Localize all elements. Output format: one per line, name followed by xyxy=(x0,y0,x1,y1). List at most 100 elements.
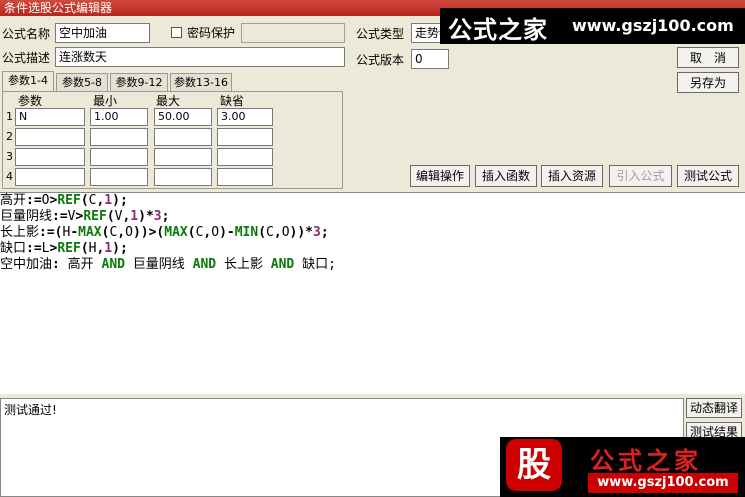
param-min-cell[interactable]: 1.00 xyxy=(90,108,148,126)
password-input[interactable] xyxy=(241,23,345,43)
param-default-cell[interactable] xyxy=(217,168,273,186)
code-line: 高开:=O>REF(C,1); xyxy=(0,193,745,209)
param-name-cell[interactable]: N xyxy=(15,108,85,126)
code-token: REF xyxy=(57,241,81,256)
code-token: O xyxy=(211,225,220,240)
code-token: 缺口 xyxy=(0,241,27,256)
cancel-button[interactable]: 取 消 xyxy=(677,47,739,68)
code-token: 3 xyxy=(313,225,321,240)
code-token: , xyxy=(117,225,126,240)
tab-params-1-4[interactable]: 参数1-4 xyxy=(2,71,54,92)
code-token: - xyxy=(70,225,79,240)
code-token: ( xyxy=(80,193,89,208)
test-output-text: 测试通过! xyxy=(4,403,57,417)
param-row-number: 4 xyxy=(6,170,13,183)
param-name-cell[interactable] xyxy=(15,168,85,186)
tab-params-5-8[interactable]: 参数5-8 xyxy=(56,73,108,91)
tab-params-9-12[interactable]: 参数9-12 xyxy=(110,73,168,91)
code-line: 空中加油: 高开 AND 巨量阴线 AND 长上影 AND 缺口; xyxy=(0,257,745,273)
formula-desc-input[interactable]: 连涨数天 xyxy=(55,47,345,67)
code-token: 缺口; xyxy=(294,257,336,272)
watermark-bottom-text: 公式之家 xyxy=(590,446,702,475)
code-line: 长上影:=(H-MAX(C,O))>(MAX(C,O)-MIN(C,O))*3; xyxy=(0,225,745,241)
formula-name-input[interactable]: 空中加油 xyxy=(55,23,150,43)
code-token: 高开 xyxy=(0,193,27,208)
watermark-logo: 股 xyxy=(506,439,562,491)
code-token: 巨量阴线 xyxy=(124,257,193,272)
code-token: 长上影 xyxy=(0,225,40,240)
watermark-top-text: 公式之家 xyxy=(448,15,548,44)
param-min-cell[interactable] xyxy=(90,148,148,166)
code-token: V xyxy=(67,209,76,224)
code-token: O xyxy=(281,225,290,240)
param-header-name: 参数 xyxy=(18,94,43,108)
code-token: 空中加油 xyxy=(0,257,53,272)
code-token: MAX xyxy=(164,225,188,240)
password-checkbox[interactable] xyxy=(171,27,182,38)
param-name-cell[interactable] xyxy=(15,128,85,146)
param-header-default: 缺省 xyxy=(220,94,245,108)
param-default-cell[interactable] xyxy=(217,128,273,146)
code-token: MAX xyxy=(78,225,102,240)
code-token: )* xyxy=(138,209,154,224)
formula-desc-label: 公式描述 xyxy=(2,51,51,65)
code-token: REF xyxy=(83,209,107,224)
code-token: ( xyxy=(187,225,196,240)
param-header-max: 最大 xyxy=(156,94,181,108)
save-as-button[interactable]: 另存为 xyxy=(677,72,739,93)
param-row-number: 2 xyxy=(6,130,13,143)
code-token: AND xyxy=(192,257,217,272)
watermark-bottom: 股 公式之家 www.gszj100.com xyxy=(500,437,745,497)
code-token: 高开 xyxy=(67,257,102,272)
code-token: : xyxy=(52,257,68,272)
code-token: )- xyxy=(219,225,235,240)
code-token: ( xyxy=(80,241,89,256)
code-token: , xyxy=(273,225,282,240)
code-token: ); xyxy=(112,241,128,256)
param-default-cell[interactable]: 3.00 xyxy=(217,108,273,126)
code-line: 缺口:=L>REF(H,1); xyxy=(0,241,745,257)
formula-version-input[interactable]: 0 xyxy=(411,49,449,69)
param-min-cell[interactable] xyxy=(90,168,148,186)
code-token: O xyxy=(125,225,133,240)
param-default-cell[interactable] xyxy=(217,148,273,166)
code-token: := xyxy=(52,209,68,224)
edit-operation-button[interactable]: 编辑操作 xyxy=(410,165,470,187)
code-token: AND xyxy=(101,257,125,272)
code-token: MIN xyxy=(234,225,259,240)
param-max-cell[interactable] xyxy=(154,128,212,146)
code-token: REF xyxy=(57,193,81,208)
tab-params-13-16[interactable]: 参数13-16 xyxy=(170,73,232,91)
param-min-cell[interactable] xyxy=(90,128,148,146)
param-max-cell[interactable]: 50.00 xyxy=(154,108,212,126)
insert-function-button[interactable]: 插入函数 xyxy=(475,165,537,187)
param-name-cell[interactable] xyxy=(15,148,85,166)
code-token: 1 xyxy=(130,209,139,224)
param-header-min: 最小 xyxy=(93,94,118,108)
formula-type-label: 公式类型 xyxy=(356,27,405,41)
code-token: C xyxy=(266,225,274,240)
code-token: AND xyxy=(270,257,295,272)
code-editor[interactable]: 高开:=O>REF(C,1); 巨量阴线:=V>REF(V,1)*3; 长上影:=(… xyxy=(0,192,745,394)
code-token: ( xyxy=(106,209,115,224)
code-token: ); xyxy=(112,193,128,208)
import-formula-button[interactable]: 引入公式 xyxy=(609,165,672,187)
param-max-cell[interactable] xyxy=(154,148,212,166)
insert-resource-button[interactable]: 插入资源 xyxy=(541,165,603,187)
code-token: 1 xyxy=(104,193,113,208)
code-token: ; xyxy=(320,225,329,240)
code-token: := xyxy=(26,193,42,208)
code-token: ))* xyxy=(289,225,313,240)
code-token: 3 xyxy=(153,209,162,224)
code-token: L xyxy=(41,241,50,256)
param-max-cell[interactable] xyxy=(154,168,212,186)
code-token: ; xyxy=(161,209,170,224)
dynamic-translate-button[interactable]: 动态翻译 xyxy=(686,398,742,418)
formula-name-label: 公式名称 xyxy=(2,27,51,41)
code-token: ( xyxy=(258,225,267,240)
code-token: :=( xyxy=(39,225,63,240)
test-formula-button[interactable]: 测试公式 xyxy=(677,165,739,187)
param-tabs: 参数1-4 参数5-8 参数9-12 参数13-16 xyxy=(0,71,235,92)
code-line: 巨量阴线:=V>REF(V,1)*3; xyxy=(0,209,745,225)
formula-version-label: 公式版本 xyxy=(356,53,405,67)
